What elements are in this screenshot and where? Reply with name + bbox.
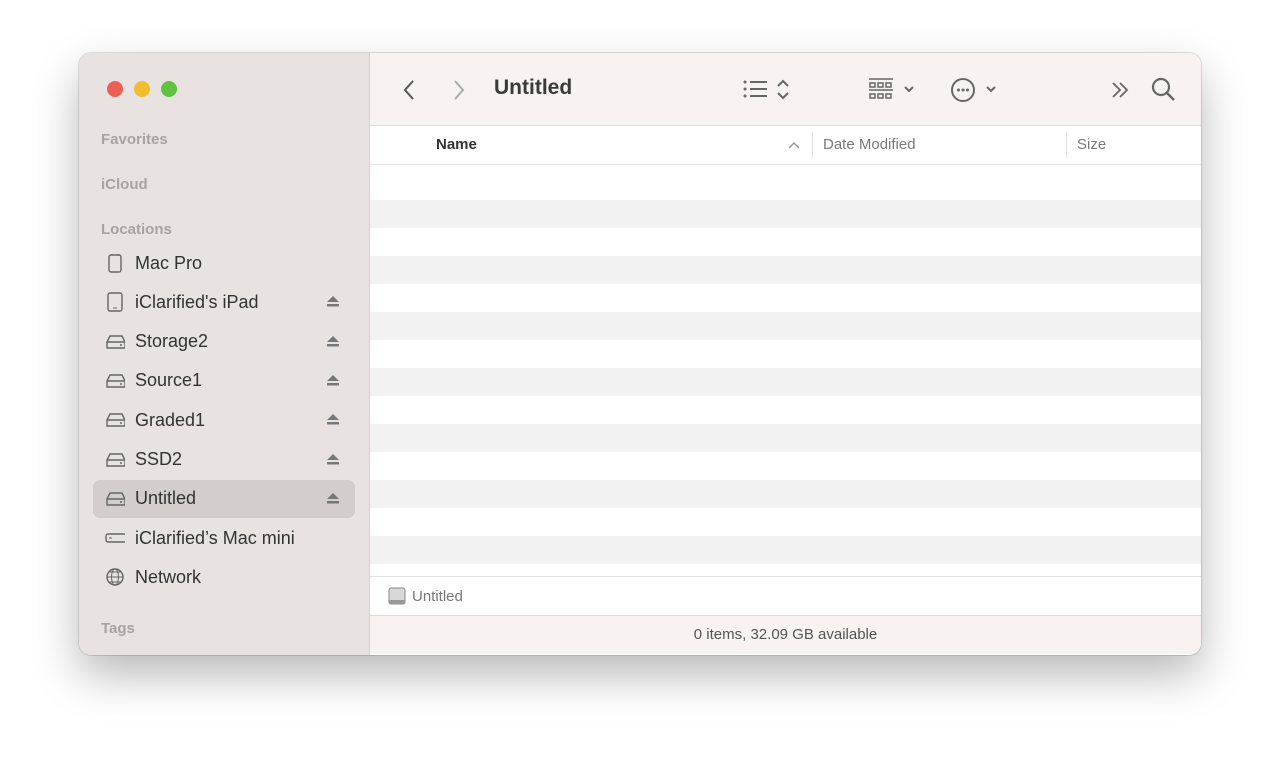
sidebar-item-label: Source1 [135,370,203,391]
column-size[interactable]: Size [1077,136,1106,153]
back-icon[interactable] [402,79,416,101]
toolbar: Untitled [370,53,1201,126]
close-button[interactable] [107,81,123,97]
eject-icon[interactable] [325,333,341,349]
eject-icon[interactable] [325,411,341,427]
list-view-icon[interactable] [742,78,794,102]
window-controls [107,81,177,97]
drive-icon [105,371,125,391]
sidebar-item-label: Untitled [135,488,197,509]
finder-window: Favorites iCloud Locations Mac Pro iClari… [79,53,1201,655]
sidebar-item-iclarified-s-mac-mini[interactable]: iClarified’s Mac mini [93,519,355,557]
group-icon[interactable] [868,77,920,103]
section-locations[interactable]: Locations [101,221,172,238]
sidebar-item-label: iClarified's iPad [135,291,259,312]
eject-icon[interactable] [325,372,341,388]
ipad-icon [105,292,125,312]
path-item[interactable]: Untitled [412,588,463,605]
main-pane: Untitled Name Date Modified Size Untitle… [370,53,1201,655]
minimize-button[interactable] [134,81,150,97]
sidebar-item-storage2[interactable]: Storage2 [93,323,355,361]
column-header: Name Date Modified Size [370,126,1201,165]
more-actions-icon[interactable] [950,77,1000,103]
path-bar: Untitled [370,576,1201,615]
overflow-icon[interactable] [1110,80,1132,100]
sort-ascending-icon[interactable] [788,141,800,149]
sidebar-item-graded1[interactable]: Graded1 [93,401,355,439]
eject-icon[interactable] [325,490,341,506]
section-tags[interactable]: Tags [101,620,135,637]
section-favorites[interactable]: Favorites [101,131,168,148]
network-icon [105,567,125,587]
forward-icon[interactable] [452,79,466,101]
file-list[interactable] [370,165,1201,576]
column-name[interactable]: Name [436,136,477,153]
section-icloud[interactable]: iCloud [101,176,148,193]
drive-icon [105,489,125,509]
eject-icon[interactable] [325,293,341,309]
window-title: Untitled [494,76,573,99]
mac-mini-icon [105,528,125,548]
zoom-button[interactable] [161,81,177,97]
drive-icon [105,450,125,470]
sidebar-item-iclarified-s-ipad[interactable]: iClarified's iPad [93,283,355,321]
sidebar-item-source1[interactable]: Source1 [93,362,355,400]
sidebar-item-label: Mac Pro [135,252,203,273]
sidebar-item-mac-pro[interactable]: Mac Pro [93,244,355,282]
sidebar-item-untitled[interactable]: Untitled [93,479,355,518]
sidebar: Favorites iCloud Locations Mac Pro iClari… [79,53,370,655]
column-date-modified[interactable]: Date Modified [823,136,916,153]
eject-icon[interactable] [325,451,341,467]
search-icon[interactable] [1151,77,1177,103]
drive-icon [105,410,125,430]
sidebar-item-ssd2[interactable]: SSD2 [93,441,355,479]
sidebar-item-label: Storage2 [135,331,209,352]
mac-pro-icon [105,253,125,273]
sidebar-item-label: Network [135,566,202,587]
drive-icon [388,587,406,605]
sidebar-item-network[interactable]: Network [93,558,355,596]
status-bar: 0 items, 32.09 GB available [370,615,1201,654]
sidebar-item-label: SSD2 [135,449,183,469]
sidebar-item-label: Graded1 [135,409,206,430]
sidebar-item-label: iClarified’s Mac mini [135,527,295,548]
drive-icon [105,332,125,352]
